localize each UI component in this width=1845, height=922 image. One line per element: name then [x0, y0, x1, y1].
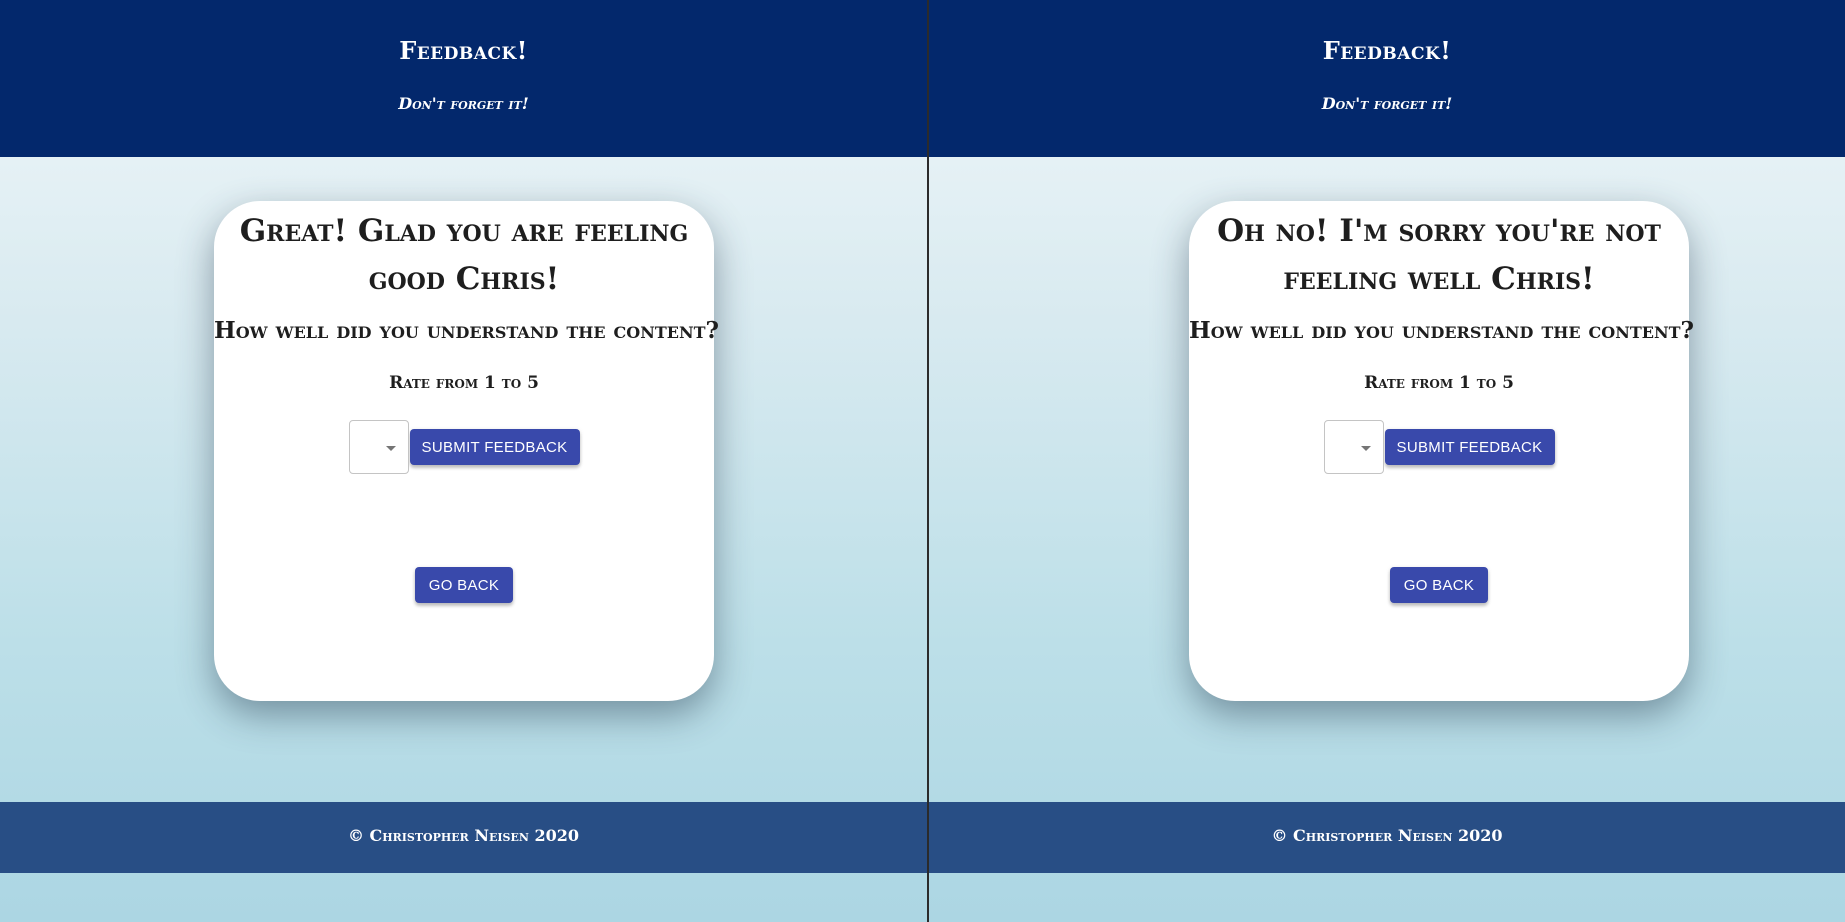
rate-hint: Rate from 1 to 5	[389, 373, 539, 393]
rating-form: SUBMIT FEEDBACK	[1189, 419, 1689, 475]
site-header: Feedback! Don't forget it!	[0, 0, 927, 157]
question-text: How well did you understand the content?	[1189, 317, 1694, 344]
rating-select[interactable]	[1323, 420, 1384, 474]
site-header: Feedback! Don't forget it!	[929, 0, 1845, 157]
rate-hint: Rate from 1 to 5	[1364, 373, 1514, 393]
feedback-card: Great! Glad you are feeling good Chris! …	[214, 201, 719, 701]
feedback-page-right: Feedback! Don't forget it! Oh no! I'm so…	[929, 0, 1845, 922]
question-text: How well did you understand the content?	[214, 317, 719, 344]
site-footer: © Christopher Neisen 2020	[0, 802, 927, 873]
site-footer: © Christopher Neisen 2020	[929, 802, 1845, 873]
site-title: Feedback!	[1322, 36, 1452, 65]
copyright-text: © Christopher Neisen 2020	[347, 826, 580, 845]
greeting-heading: Oh no! I'm sorry you're not feeling well…	[1217, 213, 1661, 297]
feedback-page-left: Feedback! Don't forget it! Great! Glad y…	[0, 0, 927, 922]
go-back-button[interactable]: GO BACK	[415, 567, 513, 603]
rating-select[interactable]	[348, 420, 409, 474]
chevron-down-icon	[385, 446, 396, 451]
greeting-heading: Great! Glad you are feeling good Chris!	[239, 213, 689, 297]
site-title: Feedback!	[399, 36, 528, 65]
go-back-button[interactable]: GO BACK	[1390, 567, 1488, 603]
site-tagline: Don't forget it!	[398, 94, 529, 113]
submit-feedback-button[interactable]: SUBMIT FEEDBACK	[1384, 429, 1555, 465]
feedback-card: Oh no! I'm sorry you're not feeling well…	[1189, 201, 1694, 701]
submit-feedback-button[interactable]: SUBMIT FEEDBACK	[409, 429, 580, 465]
site-tagline: Don't forget it!	[1321, 94, 1453, 113]
copyright-text: © Christopher Neisen 2020	[1271, 826, 1503, 845]
chevron-down-icon	[1360, 446, 1371, 451]
rating-form: SUBMIT FEEDBACK	[214, 419, 714, 475]
